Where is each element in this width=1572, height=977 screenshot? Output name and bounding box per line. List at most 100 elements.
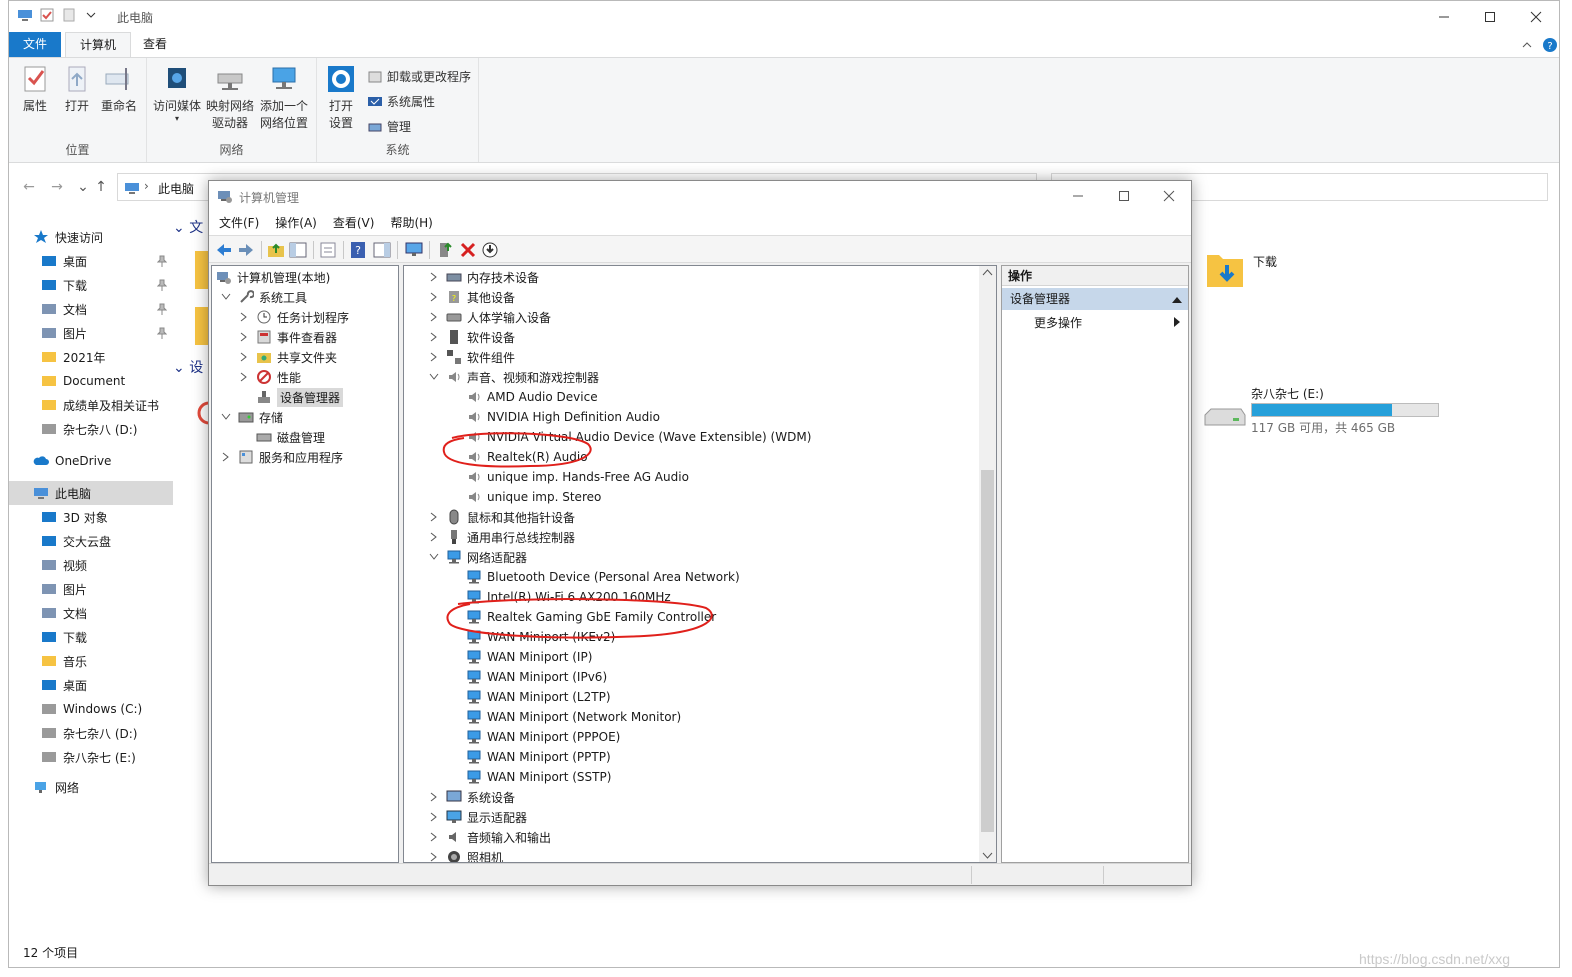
device-category[interactable]: ? 其他设备 <box>428 287 515 307</box>
expand-toggle-icon[interactable] <box>428 351 440 363</box>
console-tree-item[interactable]: 共享文件夹 <box>238 347 337 367</box>
add-network-location-button[interactable]: 添加一个 网络位置 <box>257 64 311 132</box>
console-tree-item[interactable]: 设备管理器 <box>238 387 344 407</box>
device-item[interactable]: Bluetooth Device (Personal Area Network) <box>466 567 740 587</box>
nav-this-pc[interactable]: 此电脑 <box>9 481 173 505</box>
nav-item[interactable]: 图片 <box>9 577 173 601</box>
device-item[interactable]: WAN Miniport (IKEv2) <box>466 627 615 647</box>
manage-button[interactable]: 管理 <box>367 118 411 135</box>
nav-item[interactable]: 交大云盘 <box>9 529 173 553</box>
cm-minimize-button[interactable] <box>1055 181 1101 211</box>
system-properties-button[interactable]: 系统属性 <box>367 93 435 110</box>
show-hide-tree-icon[interactable] <box>289 241 307 259</box>
expand-toggle-icon[interactable] <box>428 551 440 563</box>
expand-toggle-icon[interactable] <box>428 851 440 862</box>
uninstall-device-icon[interactable] <box>459 241 477 259</box>
menu-view[interactable]: 查看(V) <box>325 211 383 235</box>
properties-button[interactable]: 属性 <box>17 64 53 115</box>
nav-item[interactable]: 杂八杂七 (E:) <box>9 745 173 769</box>
expand-toggle-icon[interactable] <box>428 531 440 543</box>
help-icon[interactable]: ? <box>1542 37 1558 53</box>
pin-icon[interactable] <box>157 303 167 315</box>
properties-sheet-icon[interactable] <box>319 241 337 259</box>
device-category[interactable]: 照相机 <box>428 847 503 862</box>
forward-arrow-icon[interactable] <box>237 241 255 259</box>
access-media-button[interactable]: 访问媒体 ▾ <box>151 64 203 123</box>
nav-item[interactable]: 2021年 <box>9 345 173 369</box>
expand-toggle-icon[interactable] <box>428 331 440 343</box>
nav-item[interactable]: 图片 <box>9 321 173 345</box>
download-folder-item[interactable]: 下载 <box>1205 247 1277 291</box>
device-item[interactable]: WAN Miniport (Network Monitor) <box>466 707 681 727</box>
expand-toggle-icon[interactable] <box>428 511 440 523</box>
tab-computer[interactable]: 计算机 <box>65 32 132 57</box>
console-tree-item[interactable]: 服务和应用程序 <box>220 447 343 467</box>
up-button[interactable]: ↑ <box>93 179 109 195</box>
console-tree-item[interactable]: 存储 <box>220 407 283 427</box>
expand-toggle-icon[interactable] <box>220 451 232 463</box>
new-folder-icon[interactable] <box>61 7 77 23</box>
device-item[interactable]: WAN Miniport (L2TP) <box>466 687 611 707</box>
nav-item[interactable]: 文档 <box>9 601 173 625</box>
chevron-down-icon[interactable] <box>83 7 99 23</box>
pin-icon[interactable] <box>157 279 167 291</box>
device-category[interactable]: 系统设备 <box>428 787 515 807</box>
device-category[interactable]: 内存技术设备 <box>428 267 539 287</box>
open-button[interactable]: 打开 <box>59 64 95 115</box>
scroll-down-icon[interactable] <box>982 850 993 860</box>
nav-item[interactable]: 下载 <box>9 273 173 297</box>
nav-item[interactable]: 成绩单及相关证书 <box>9 393 173 417</box>
expand-toggle-icon[interactable] <box>238 431 250 443</box>
console-tree-item[interactable]: 系统工具 <box>220 287 307 307</box>
menu-help[interactable]: 帮助(H) <box>382 211 440 235</box>
up-folder-icon[interactable] <box>267 241 285 259</box>
close-button[interactable] <box>1513 1 1559 32</box>
expand-toggle-icon[interactable] <box>238 391 250 403</box>
device-category[interactable]: 软件设备 <box>428 327 515 347</box>
nav-item[interactable]: 桌面 <box>9 673 173 697</box>
pin-icon[interactable] <box>157 327 167 339</box>
device-category[interactable]: 音频输入和输出 <box>428 827 551 847</box>
device-category[interactable]: 声音、视频和游戏控制器 <box>428 367 599 387</box>
device-category[interactable]: 鼠标和其他指针设备 <box>428 507 575 527</box>
more-actions-item[interactable]: 更多操作 <box>1034 314 1082 331</box>
device-item[interactable]: AMD Audio Device <box>466 387 598 407</box>
device-tree-scrollbar[interactable] <box>979 266 996 862</box>
update-driver-icon[interactable] <box>437 241 455 259</box>
nav-item[interactable]: 3D 对象 <box>9 505 173 529</box>
menu-file[interactable]: 文件(F) <box>211 211 267 235</box>
nav-item[interactable]: Windows (C:) <box>9 697 173 721</box>
minimize-button[interactable] <box>1421 1 1467 32</box>
console-tree-item[interactable]: 磁盘管理 <box>238 427 325 447</box>
expand-toggle-icon[interactable] <box>428 811 440 823</box>
expand-toggle-icon[interactable] <box>220 291 232 303</box>
uninstall-button[interactable]: 卸载或更改程序 <box>367 68 471 85</box>
device-item[interactable]: Realtek(R) Audio <box>466 447 588 467</box>
expand-toggle-icon[interactable] <box>220 411 232 423</box>
recent-dropdown-button[interactable]: ⌄ <box>75 179 91 195</box>
device-item[interactable]: unique imp. Hands-Free AG Audio <box>466 467 689 487</box>
nav-item[interactable]: 杂七杂八 (D:) <box>9 721 173 745</box>
device-category[interactable]: 软件组件 <box>428 347 515 367</box>
console-tree-item[interactable]: 性能 <box>238 367 301 387</box>
scrollbar-thumb[interactable] <box>981 470 994 832</box>
console-tree-item[interactable]: 事件查看器 <box>238 327 337 347</box>
computer-icon[interactable] <box>17 7 33 23</box>
scroll-up-icon[interactable] <box>982 268 993 278</box>
action-pane-icon[interactable] <box>373 241 391 259</box>
device-item[interactable]: Realtek Gaming GbE Family Controller <box>466 607 716 627</box>
device-item[interactable]: Intel(R) Wi-Fi 6 AX200 160MHz <box>466 587 671 607</box>
nav-item[interactable]: 桌面 <box>9 249 173 273</box>
expand-toggle-icon[interactable] <box>428 271 440 283</box>
device-item[interactable]: NVIDIA High Definition Audio <box>466 407 660 427</box>
expand-toggle-icon[interactable] <box>238 371 250 383</box>
device-item[interactable]: WAN Miniport (IP) <box>466 647 592 667</box>
device-item[interactable]: unique imp. Stereo <box>466 487 601 507</box>
back-button[interactable]: ← <box>21 179 37 195</box>
expand-toggle-icon[interactable] <box>428 311 440 323</box>
nav-quick-access[interactable]: 快速访问 <box>9 225 173 249</box>
help-book-icon[interactable]: ? <box>349 241 367 259</box>
nav-network[interactable]: 网络 <box>9 775 173 799</box>
menu-action[interactable]: 操作(A) <box>267 211 325 235</box>
properties-check-icon[interactable] <box>39 7 55 23</box>
